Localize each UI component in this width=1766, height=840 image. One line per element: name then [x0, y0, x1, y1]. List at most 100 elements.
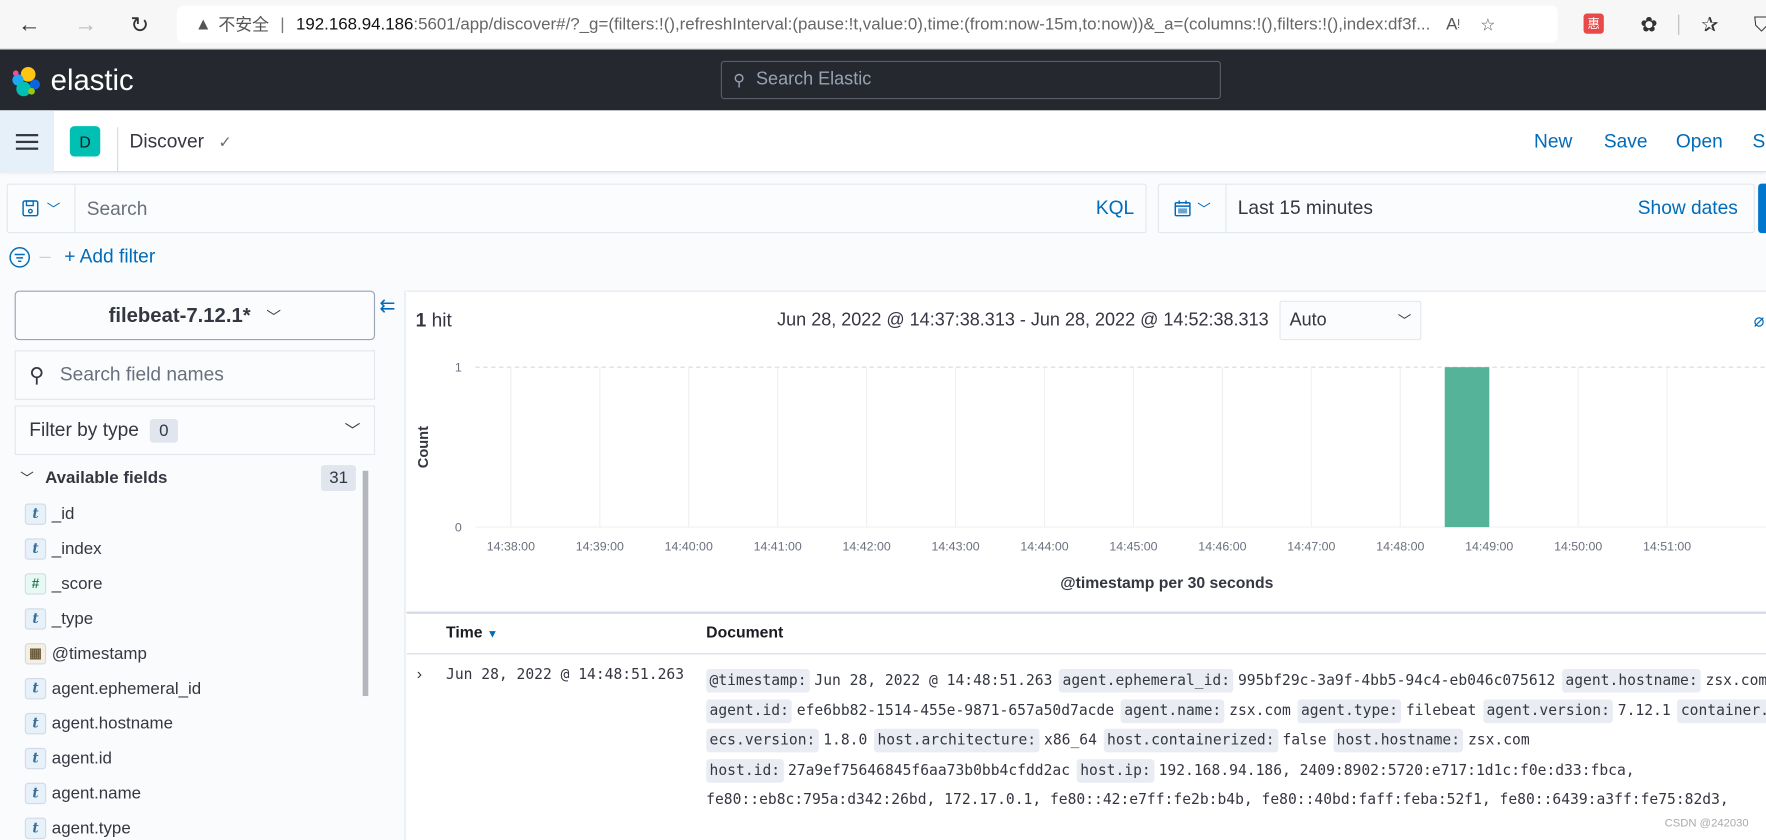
- field-item[interactable]: t _id: [24, 502, 75, 525]
- document-line: agent.id: efe6bb82-1514-455e-9871-657a50d…: [706, 697, 1766, 727]
- space-avatar[interactable]: D: [69, 126, 101, 157]
- breadcrumb-divider: [117, 127, 119, 173]
- histogram-bar: [1444, 367, 1490, 528]
- save-button[interactable]: Save: [1604, 131, 1648, 154]
- y-axis-label: Count: [416, 426, 432, 468]
- date-type-icon: ▦: [24, 642, 47, 664]
- document-field-key: agent.ephemeral_id:: [1059, 669, 1234, 693]
- document-field-key: @timestamp:: [706, 669, 810, 693]
- extensions-puzzle-icon[interactable]: ✿: [1633, 9, 1665, 41]
- field-name: _index: [51, 538, 102, 559]
- string-type-icon: t: [24, 537, 47, 560]
- warning-icon: ▲: [194, 14, 212, 34]
- document-line: fe80::eb8c:795a:d342:26bd, 172.17.0.1, f…: [706, 786, 1735, 816]
- sidebar-scrollbar[interactable]: [362, 470, 369, 697]
- document-field-value: x86_64: [1044, 732, 1097, 749]
- extension-icon[interactable]: 惠: [1583, 13, 1604, 34]
- chevron-down-icon: ﹀: [1397, 313, 1412, 329]
- filter-options-icon[interactable]: [9, 246, 31, 268]
- chart-options-icon[interactable]: ⌀: [1754, 310, 1765, 333]
- reload-icon[interactable]: ↻: [124, 9, 156, 41]
- field-item[interactable]: t agent.name: [24, 782, 142, 805]
- field-name: @timestamp: [51, 643, 147, 663]
- url-path: :5601/app/discover#/?_g=(filters:!(),ref…: [413, 14, 1431, 34]
- field-name: _id: [51, 504, 75, 524]
- y-tick-label: 0: [455, 521, 462, 535]
- elastic-logo-icon: [12, 66, 40, 96]
- address-bar[interactable]: ▲ 不安全 | 192.168.94.186:5601/app/discover…: [176, 5, 1558, 43]
- new-button[interactable]: New: [1534, 131, 1572, 154]
- read-aloud-icon[interactable]: A͏ᵎ: [1446, 15, 1460, 34]
- field-item[interactable]: t agent.type: [24, 817, 131, 840]
- string-type-icon: t: [24, 782, 47, 804]
- index-pattern-name: filebeat-7.12.1*: [108, 303, 251, 327]
- add-favorite-icon[interactable]: ☆: [1480, 14, 1495, 34]
- hit-count-number: 1: [415, 309, 427, 332]
- filter-by-type-button[interactable]: Filter by type 0 ﹀: [14, 405, 376, 456]
- collapse-sidebar-icon[interactable]: ⇇: [380, 295, 396, 318]
- document-field-key: agent.version:: [1483, 698, 1614, 723]
- global-search-input[interactable]: ⚲ Search Elastic: [720, 60, 1221, 100]
- saved-query-button[interactable]: ﹀: [8, 184, 76, 233]
- available-fields-toggle[interactable]: ﹀ Available fields 31: [20, 464, 356, 491]
- document-field-key: agent.name:: [1120, 698, 1225, 723]
- field-item[interactable]: # _score: [24, 572, 103, 595]
- field-name: agent.id: [51, 748, 112, 768]
- x-tick-label: 14:46:00: [1198, 540, 1246, 554]
- x-tick-label: 14:44:00: [1020, 540, 1068, 554]
- document-field-value: 7.12.1: [1617, 702, 1671, 720]
- document-field-value: 27a9ef75646845f6aa73b0bb4cfdd2ac: [787, 761, 1071, 779]
- refresh-button[interactable]: [1758, 183, 1766, 234]
- sort-desc-icon[interactable]: ▼: [487, 628, 498, 640]
- string-type-icon: t: [24, 747, 47, 769]
- x-tick-label: 14:40:00: [665, 540, 713, 554]
- index-pattern-selector[interactable]: filebeat-7.12.1* ﹀: [14, 290, 376, 341]
- expand-row-icon[interactable]: ›: [417, 665, 422, 683]
- document-field-key: agent.type:: [1297, 698, 1402, 723]
- url-host: 192.168.94.186: [295, 14, 414, 34]
- forward-icon[interactable]: →: [70, 9, 102, 41]
- quick-menu-button[interactable]: ﹀: [1159, 184, 1227, 233]
- document-field-value: efe6bb82-1514-455e-9871-657a50d7acde: [796, 702, 1115, 720]
- document-cell: @timestamp: Jun 28, 2022 @ 14:48:51.263 ag…: [706, 667, 1766, 816]
- field-item[interactable]: t agent.id: [24, 747, 112, 770]
- x-tick-label: 14:43:00: [931, 540, 979, 554]
- share-button[interactable]: Sh: [1752, 131, 1766, 154]
- elastic-logo[interactable]: elastic: [10, 63, 134, 98]
- kql-button[interactable]: KQL: [1096, 197, 1134, 220]
- document-field-value: 1.8.0: [823, 732, 868, 749]
- add-filter-button[interactable]: + Add filter: [64, 246, 155, 269]
- x-tick-label: 14:51:00: [1643, 540, 1691, 554]
- field-item[interactable]: t _index: [24, 537, 102, 560]
- document-field-value: false: [1282, 732, 1327, 749]
- document-field-value: 192.168.94.186, 2409:8902:5720:e717:1d1c…: [1158, 761, 1635, 779]
- favorites-icon[interactable]: ✰: [1694, 9, 1726, 41]
- back-icon[interactable]: ←: [14, 9, 46, 41]
- interval-select[interactable]: Auto ﹀: [1279, 300, 1422, 341]
- collections-icon[interactable]: ⛉: [1746, 9, 1766, 41]
- menu-button[interactable]: [0, 110, 55, 173]
- time-range-label[interactable]: Last 15 minutes: [1238, 197, 1373, 220]
- document-field-key: host.architecture:: [874, 728, 1040, 753]
- time-picker: ﹀ Last 15 minutes Show dates: [1157, 183, 1755, 234]
- field-item[interactable]: t agent.hostname: [24, 712, 173, 735]
- column-time-label: Time: [446, 622, 483, 641]
- field-item[interactable]: t agent.ephemeral_id: [24, 677, 201, 700]
- breadcrumb-discover[interactable]: Discover ✓: [130, 131, 232, 154]
- column-header-time[interactable]: Time ▼: [446, 623, 498, 641]
- document-field-value: zsx.com: [1705, 672, 1766, 690]
- field-item[interactable]: t _type: [24, 607, 93, 630]
- row-time: Jun 28, 2022 @ 14:48:51.263: [446, 666, 685, 684]
- field-search-input[interactable]: ⚲ Search field names: [14, 350, 376, 400]
- string-type-icon: t: [24, 817, 47, 839]
- field-name: agent.name: [51, 783, 142, 803]
- show-dates-button[interactable]: Show dates: [1638, 197, 1738, 220]
- field-item[interactable]: ▦ @timestamp: [24, 642, 147, 665]
- chevron-down-icon: ﹀: [344, 421, 361, 440]
- query-input[interactable]: Search: [87, 198, 148, 221]
- chevron-down-icon: ﹀: [20, 470, 34, 486]
- open-button[interactable]: Open: [1676, 131, 1723, 154]
- string-type-icon: t: [24, 677, 47, 699]
- x-tick-label: 14:38:00: [487, 540, 535, 554]
- x-tick-label: 14:45:00: [1109, 540, 1157, 554]
